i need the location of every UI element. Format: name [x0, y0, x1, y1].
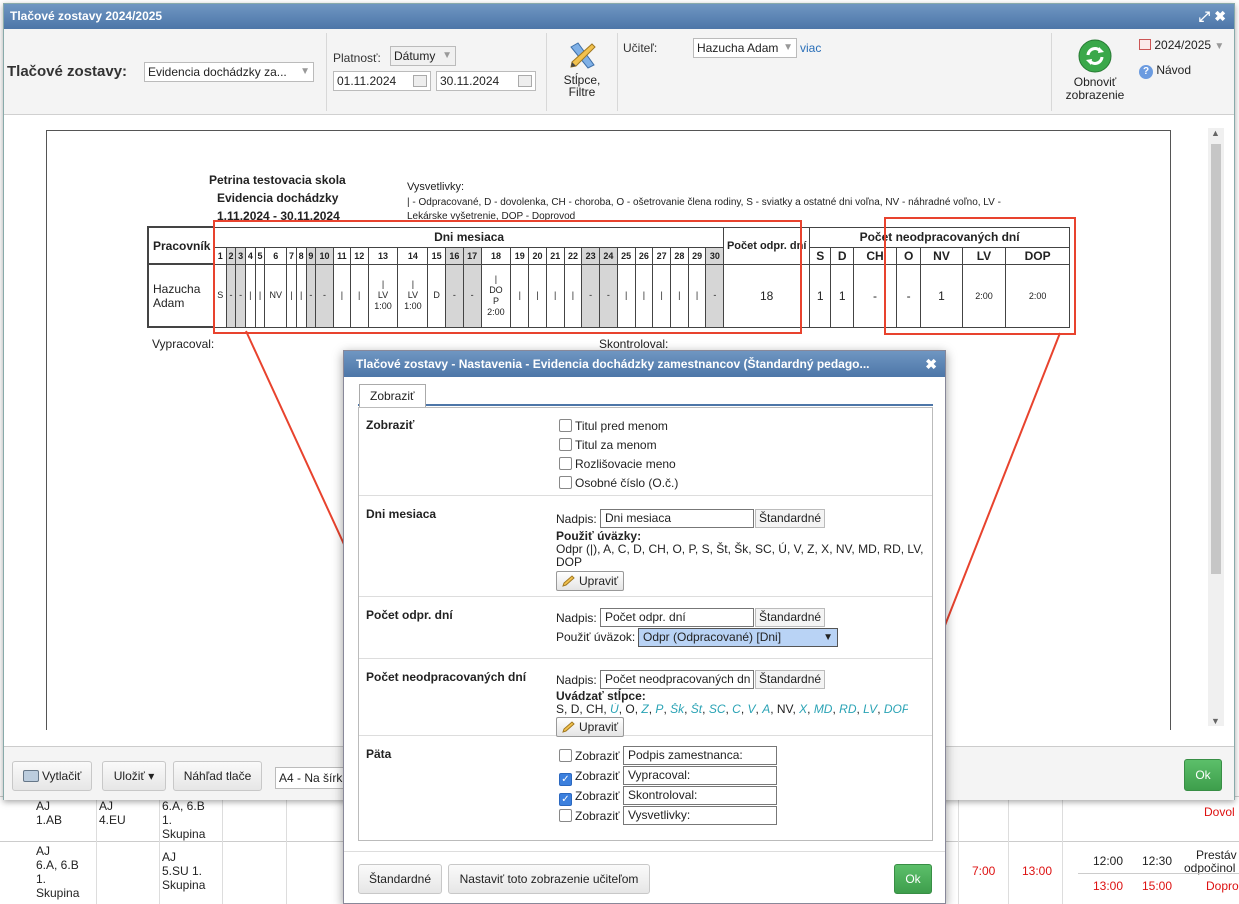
checkbox-label: Zobraziť: [575, 749, 620, 763]
dialog-footer: Štandardné Nastaviť toto zobrazenie učit…: [344, 851, 945, 903]
absent-column-item: CH: [586, 703, 604, 716]
checkbox[interactable]: [559, 457, 572, 470]
pencil-icon: [562, 575, 575, 587]
use-text: Odpr (|), A, C, D, CH, O, P, S, Št, Šk, …: [556, 542, 924, 556]
checked-by-input[interactable]: Skontroloval:: [623, 786, 777, 805]
separator: ,: [564, 703, 571, 716]
section-title: Zobraziť: [366, 418, 415, 432]
caption-label: Nadpis:: [556, 512, 597, 526]
dialog-ok-button[interactable]: Ok: [894, 864, 932, 894]
checkbox[interactable]: [559, 749, 572, 762]
days-standard-button[interactable]: Štandardné: [755, 509, 826, 528]
absent-edit-button[interactable]: Upraviť: [556, 717, 625, 737]
personal-number-checkbox[interactable]: Osobné číslo (O.č.): [559, 476, 678, 490]
chevron-down-icon: ▼: [823, 632, 833, 643]
absent-column-item: LV: [863, 703, 878, 716]
absent-column-item: RD: [839, 703, 857, 716]
tab-show[interactable]: Zobraziť: [359, 384, 426, 407]
checkbox[interactable]: [559, 438, 572, 451]
absent-column-item: Št: [690, 703, 703, 716]
absent-column-item: SC: [708, 703, 726, 716]
close-icon[interactable]: ✖: [925, 351, 937, 377]
checkbox-label: Titul pred menom: [575, 419, 668, 433]
dialog-tabs: Zobraziť: [358, 384, 933, 407]
count-use-value: Odpr (Odpracované) [Dni]: [643, 630, 782, 644]
absent-column-item: Šk: [670, 703, 685, 716]
separator: ,: [702, 703, 709, 716]
caption-label: Nadpis:: [556, 673, 597, 687]
checkbox-label: Rozlišovacie meno: [575, 457, 676, 471]
edit-label: Upraviť: [579, 720, 619, 734]
footer-show-checkbox[interactable]: ✓ Zobraziť: [559, 789, 620, 806]
section-days: Dni mesiaca Nadpis: Dni mesiaca Štandard…: [359, 497, 932, 597]
section-title: Dni mesiaca: [366, 507, 437, 521]
days-caption-input[interactable]: Dni mesiaca: [600, 509, 754, 528]
count-caption-input[interactable]: Počet odpr. dní: [600, 608, 754, 627]
absent-column-item: C: [732, 703, 741, 716]
section-title: Počet neodpracovaných dní: [366, 670, 527, 684]
count-standard-button[interactable]: Štandardné: [755, 608, 826, 627]
absent-column-item: S: [556, 703, 565, 716]
distinguishing-name-checkbox[interactable]: Rozlišovacie meno: [559, 457, 676, 471]
absent-column-item: DOP: [883, 703, 908, 716]
absent-column-item: Z: [641, 703, 649, 716]
absent-column-item: Ú: [610, 703, 619, 716]
absent-standard-button[interactable]: Štandardné: [755, 670, 826, 689]
dialog-titlebar: Tlačové zostavy - Nastavenia - Evidencia…: [344, 351, 945, 377]
section-title: Päta: [366, 747, 392, 761]
checkbox-label: Titul za menom: [575, 438, 657, 452]
absent-columns-list: S, D, CH, Ú, O, Z, P, Šk, Št, SC, C, V, …: [556, 703, 908, 716]
caption-label: Nadpis:: [556, 611, 597, 625]
section-show: Zobraziť Titul pred menom Titul za menom…: [359, 408, 932, 496]
checkbox-checked[interactable]: ✓: [559, 793, 572, 806]
standard-button[interactable]: Štandardné: [358, 864, 442, 894]
checkbox-checked[interactable]: ✓: [559, 773, 572, 786]
absent-column-item: A: [762, 703, 771, 716]
use-label: Použiť úväzok:: [556, 630, 636, 644]
absent-column-item: X: [799, 703, 808, 716]
checkbox-label: Osobné číslo (O.č.): [575, 476, 679, 490]
columns-label: Uvádzať stĺpce:: [556, 689, 646, 703]
section-footer: Päta Zobraziť Podpis zamestnanca: ✓ Zobra…: [359, 737, 932, 840]
checkbox[interactable]: [559, 809, 572, 822]
footer-show-checkbox[interactable]: Zobraziť: [559, 809, 620, 823]
footer-show-checkbox[interactable]: ✓ Zobraziť: [559, 769, 620, 786]
separator: ,: [807, 703, 814, 716]
separator: ,: [877, 703, 884, 716]
settings-dialog: Tlačové zostavy - Nastavenia - Evidencia…: [343, 350, 946, 904]
days-edit-button[interactable]: Upraviť: [556, 571, 625, 591]
count-use-select[interactable]: Odpr (Odpracované) [Dni] ▼: [638, 628, 838, 647]
checkbox-label: Zobraziť: [575, 809, 620, 823]
separator: ,: [770, 703, 777, 716]
absent-column-item: O: [625, 703, 635, 716]
dialog-body: Zobraziť Titul pred menom Titul za menom…: [358, 407, 933, 841]
legend-input[interactable]: Vysvetlivky:: [623, 806, 777, 825]
checkbox[interactable]: [559, 419, 572, 432]
checkbox-label: Zobraziť: [575, 769, 620, 783]
title-before-checkbox[interactable]: Titul pred menom: [559, 419, 668, 433]
signature-input[interactable]: Podpis zamestnanca:: [623, 746, 777, 765]
absent-caption-input[interactable]: Počet neodpracovaných dn: [600, 670, 754, 689]
checkbox-label: Zobraziť: [575, 789, 620, 803]
use-text-2: DOP: [556, 555, 583, 569]
section-absent: Počet neodpracovaných dní Nadpis: Počet …: [359, 660, 932, 737]
set-for-teachers-button[interactable]: Nastaviť toto zobrazenie učiteľom: [448, 864, 650, 894]
pencil-icon: [562, 721, 575, 733]
checkbox[interactable]: [559, 476, 572, 489]
separator: ,: [740, 703, 748, 716]
footer-show-checkbox[interactable]: Zobraziť: [559, 749, 620, 763]
title-after-checkbox[interactable]: Titul za menom: [559, 438, 657, 452]
dialog-title: Tlačové zostavy - Nastavenia - Evidencia…: [356, 357, 870, 371]
separator: ,: [684, 703, 691, 716]
edit-label: Upraviť: [579, 574, 619, 588]
section-title: Počet odpr. dní: [366, 608, 453, 622]
section-count: Počet odpr. dní Nadpis: Počet odpr. dní …: [359, 598, 932, 659]
absent-column-item: NV: [776, 703, 793, 716]
absent-column-item: V: [747, 703, 756, 716]
prepared-by-input[interactable]: Vypracoval:: [623, 766, 777, 785]
absent-column-item: MD: [813, 703, 833, 716]
